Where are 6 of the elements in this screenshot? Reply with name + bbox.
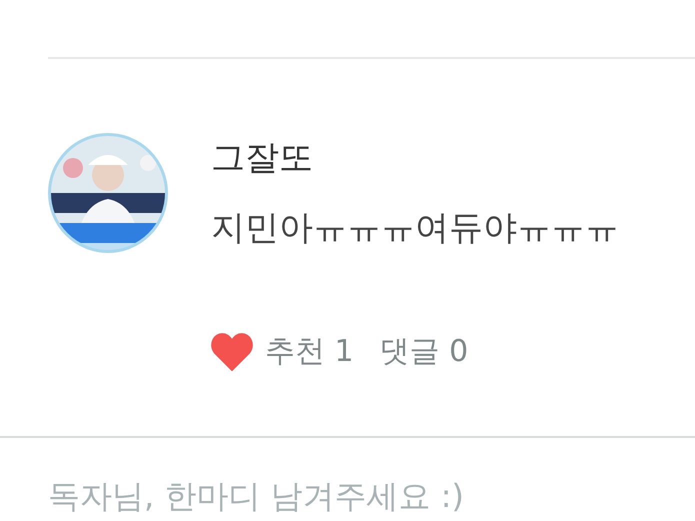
heart-icon[interactable] xyxy=(211,333,253,371)
comment-text: 지민아ㅠㅠㅠ여듀야ㅠㅠㅠ xyxy=(211,207,619,250)
comment-input[interactable]: 독자님, 한마디 남겨주세요 :) xyxy=(48,474,648,518)
reply-count[interactable]: 댓글 0 xyxy=(380,332,468,372)
like-count: 추천 1 xyxy=(265,333,354,371)
author-name: 그잘또 xyxy=(211,137,314,180)
